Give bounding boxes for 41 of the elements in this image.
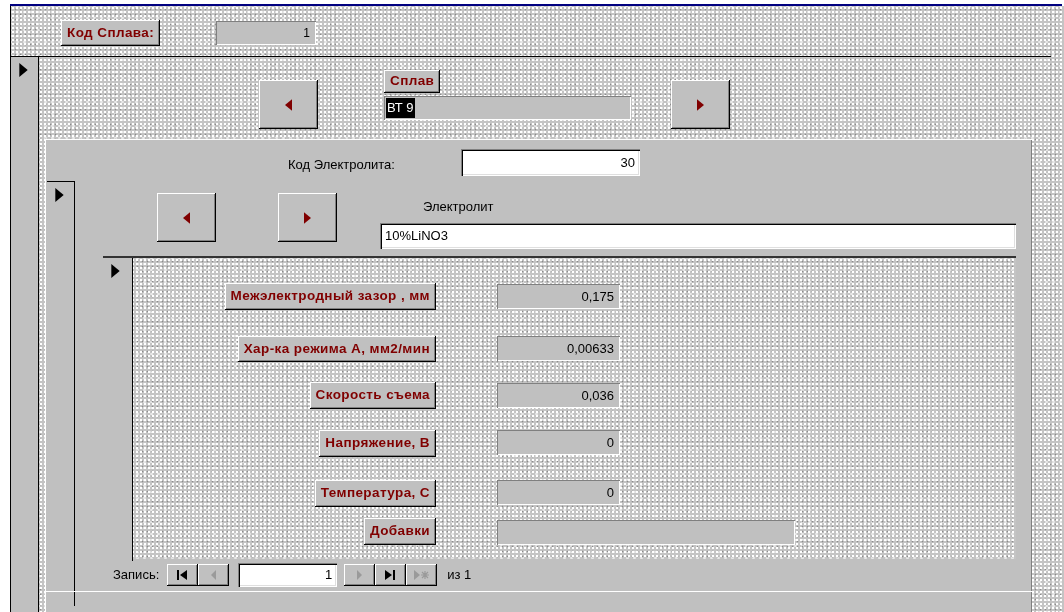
left-arrow-icon [285,98,292,111]
alloy-label: Сплав [384,70,441,93]
field-label: Межэлектродный зазор , мм [224,283,436,310]
value-field[interactable]: 0,175 [497,284,620,309]
record-selector-icon[interactable] [55,188,64,202]
field-label: Скорость съема [309,382,436,409]
last-record-button[interactable] [375,564,407,586]
electrolyte-code-field[interactable]: 30 [461,149,640,176]
field-label: Добавки [363,518,436,545]
previous-record-button[interactable] [157,193,216,242]
right-arrow-icon [356,570,364,580]
left-arrow-icon [183,211,190,224]
field-label: Напряжение, В [319,430,436,457]
first-record-button[interactable] [167,564,199,586]
field-label: Температура, С [314,480,436,507]
record-label: Запись: [113,566,160,585]
alloy-field[interactable]: ВТ 9 [384,96,631,120]
value-field[interactable]: 0,036 [497,383,620,408]
value-field[interactable]: 0,00633 [497,336,620,361]
new-record-icon [414,570,430,580]
value-field[interactable]: 0 [497,480,620,505]
record-selector-icon[interactable] [111,264,120,278]
value-field[interactable]: 0 [497,430,620,455]
record-count: из 1 [447,566,472,585]
previous-record-button[interactable] [259,80,318,129]
next-record-button[interactable] [278,193,337,242]
right-arrow-icon [697,98,704,111]
record-selector-icon[interactable] [19,63,28,77]
record-number-field[interactable]: 1 [238,563,338,587]
last-record-icon [385,570,397,580]
left-arrow-icon [210,570,218,580]
alloy-code-field[interactable]: 1 [216,21,316,45]
alloy-code-label: Код Сплава: [61,20,161,46]
field-label: Хар-ка режима А, мм2/мин [237,336,436,362]
value-field[interactable] [497,520,795,545]
first-record-icon [177,570,189,580]
electrolyte-label: Электролит [423,198,494,216]
electrolyte-field[interactable]: 10%LiNO3 [380,223,1016,249]
right-arrow-icon [304,211,311,224]
next-record-button[interactable] [671,80,730,129]
electrolyte-code-label: Код Электролита: [288,156,395,174]
